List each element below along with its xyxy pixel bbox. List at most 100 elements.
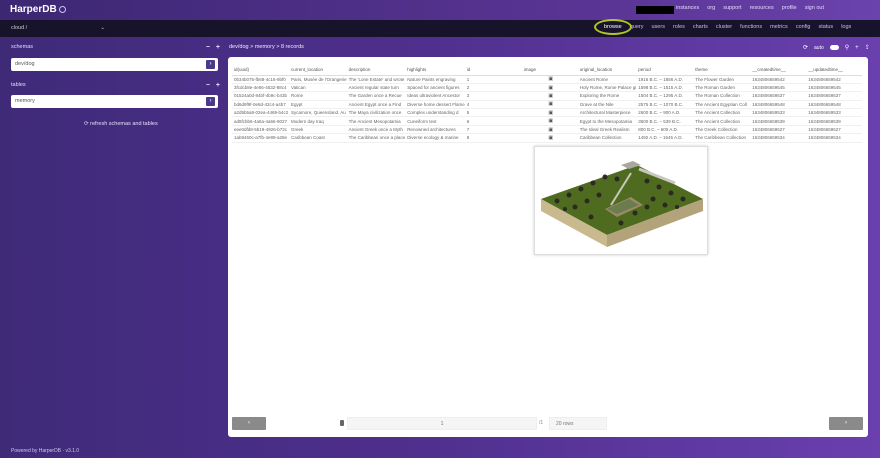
refresh-schemas-link[interactable]: ⟳ refresh schemas and tables (84, 121, 158, 127)
tables-label: tables (11, 82, 26, 88)
table-cell: ad8fcbb6-4a5a-4a66-9027 (232, 116, 289, 126)
schema-item[interactable]: dev/dog › (11, 58, 218, 71)
nav-logs[interactable]: logs (841, 24, 851, 30)
image-thumbnail-icon[interactable]: ▣ (521, 100, 578, 110)
topnav-support[interactable]: support (723, 5, 741, 11)
column-header[interactable]: __updatedtime__ (806, 65, 863, 76)
table-row[interactable]: 3fcdcb8e-4e56-4532-88c4 Vatican Ancient re… (232, 83, 863, 93)
refresh-icon[interactable]: ⟳ (803, 44, 808, 51)
nav-users[interactable]: users (652, 24, 665, 30)
column-header[interactable]: __createdtime__ (750, 65, 807, 76)
nav-cluster[interactable]: cluster (716, 24, 732, 30)
plus-icon[interactable]: + (216, 44, 220, 51)
footer-version: Powered by HarperDB · v3.1.0 (11, 448, 80, 454)
topnav-org[interactable]: org (707, 5, 715, 11)
table-cell: The Ideal Greek Realism (577, 125, 637, 135)
auto-refresh-toggle[interactable] (829, 45, 839, 50)
table-row[interactable]: ad8fcbb6-4a5a-4a66-9027 Modern day Iraq Th… (232, 116, 863, 126)
next-page-button[interactable]: › (829, 417, 863, 430)
column-header[interactable]: original_location (577, 65, 637, 76)
table-cell: 1634806659545 (750, 83, 807, 93)
harperdb-logo[interactable]: HarperDB (10, 4, 66, 15)
auto-refresh-label: auto (814, 44, 824, 51)
table-cell: 1598 B.C. – 1515 A.D. (636, 83, 694, 93)
table-cell: 1ab8460c-a7fb-4e99-a28e (232, 133, 289, 143)
filter-icon[interactable]: ⚲ (845, 44, 849, 51)
table-cell: 1 (464, 75, 522, 84)
nav-metrics[interactable]: metrics (770, 24, 788, 30)
table-item[interactable]: memory › (11, 95, 218, 108)
table-cell: Complex understanding d (405, 108, 465, 118)
table-cell: bd6d9f9f-0e8d-42c4-a4b7 (232, 100, 289, 110)
table-cell: 3fcdcb8e-4e56-4532-88c4 (232, 83, 289, 93)
column-header[interactable]: id (464, 65, 522, 76)
image-thumbnail-icon[interactable]: ▣ (521, 116, 578, 126)
table-cell: 1634806659537 (750, 91, 807, 101)
column-header[interactable]: theme (693, 65, 751, 76)
table-cell: 1634806659533 (806, 108, 863, 118)
nav-roles[interactable]: roles (673, 24, 685, 30)
table-cell: Ancient Egypt once a Find (346, 100, 406, 110)
table-row[interactable]: 0b34b075-fb68-4c16-9bf0 Paris, Musée de l… (232, 75, 863, 84)
table-row[interactable]: 1ab8460c-a7fb-4e99-a28e Caribbean Coast Th… (232, 133, 863, 143)
breadcrumb: dev/dog > memory > 8 records (229, 44, 304, 50)
table-row[interactable]: eee0dfd8-5b19-4926-b72c Greek Ancient Gree… (232, 125, 863, 135)
table-row[interactable]: a2d5b5a8-02ea-4469-b4c2 Sycamore, Queensl… (232, 108, 863, 118)
top-nav: instances org support resources profile … (676, 5, 824, 11)
plus-icon[interactable]: + (216, 82, 220, 89)
topnav-resources[interactable]: resources (750, 5, 774, 11)
image-thumbnail-icon[interactable]: ▣ (521, 83, 578, 93)
table-row[interactable]: bd6d9f9f-0e8d-42c4-a4b7 Egypt Ancient Egyp… (232, 100, 863, 110)
column-header[interactable]: image (521, 65, 578, 76)
table-cell: 1492 A.D. – 1645 A.D. (636, 133, 694, 143)
table-cell: 1634806659537 (806, 91, 863, 101)
add-record-icon[interactable]: + (855, 45, 859, 51)
table-cell: 01524a0d-84bf-4b9c-b43b (232, 91, 289, 101)
page-input[interactable]: 1 (347, 417, 537, 430)
table-cell: 2 (464, 83, 522, 93)
table-body: 0b34b075-fb68-4c16-9bf0 Paris, Musée de l… (232, 75, 863, 143)
table-cell: 1634806659539 (806, 116, 863, 126)
table-cell: The Garden once a Recue (346, 91, 406, 101)
table-cell: 8 (464, 133, 522, 143)
image-thumbnail-icon[interactable]: ▣ (521, 108, 578, 118)
topnav-instances[interactable]: instances (676, 5, 699, 11)
prev-page-button[interactable]: ‹ (232, 417, 266, 430)
table-cell: 7 (464, 125, 522, 135)
table-cell: The Roman Garden (693, 83, 751, 93)
minus-icon[interactable]: − (206, 44, 210, 51)
nav-functions[interactable]: functions (740, 24, 762, 30)
column-header[interactable]: highlights (405, 65, 465, 76)
image-thumbnail-icon[interactable]: ▣ (521, 91, 578, 101)
column-header[interactable]: current_location (289, 65, 347, 76)
page-size-select[interactable]: 20 rows (549, 417, 607, 430)
table-cell: 5 (464, 108, 522, 118)
image-thumbnail-icon[interactable]: ▣ (521, 133, 578, 143)
nav-config[interactable]: config (796, 24, 811, 30)
topnav-signout[interactable]: sign out (805, 5, 824, 11)
table-cell: Caribbean Coast (289, 133, 347, 143)
column-header[interactable]: id(uuid) (232, 65, 289, 76)
column-header[interactable]: description (346, 65, 406, 76)
upload-icon[interactable]: ⇪ (865, 44, 870, 51)
table-cell: Ancient regular state turn (346, 83, 406, 93)
table-cell: Ancient Greek once a Myth (346, 125, 406, 135)
table-row[interactable]: 01524a0d-84bf-4b9c-b43b Rome The Garden on… (232, 91, 863, 101)
redacted-region (636, 6, 674, 14)
table-cell: Modern day Iraq (289, 116, 347, 126)
browse-highlight-circle (594, 19, 632, 35)
minus-icon[interactable]: − (206, 82, 210, 89)
table-cell: Cuneiform text (405, 116, 465, 126)
table-cell: 3500 B.C. – 539 B.C. (636, 116, 694, 126)
image-thumbnail-icon[interactable]: ▣ (521, 75, 578, 84)
topnav-profile[interactable]: profile (782, 5, 797, 11)
nav-status[interactable]: status (819, 24, 834, 30)
nav-charts[interactable]: charts (693, 24, 708, 30)
column-header[interactable]: period (636, 65, 694, 76)
image-thumbnail-icon[interactable]: ▣ (521, 125, 578, 135)
chevron-right-icon[interactable]: › (206, 97, 215, 106)
chevron-right-icon[interactable]: › (206, 60, 215, 69)
instance-select[interactable]: cloud / ⌄ (9, 23, 107, 33)
tables-header: tables − + (11, 82, 220, 89)
table-cell: 0b34b075-fb68-4c16-9bf0 (232, 75, 289, 84)
